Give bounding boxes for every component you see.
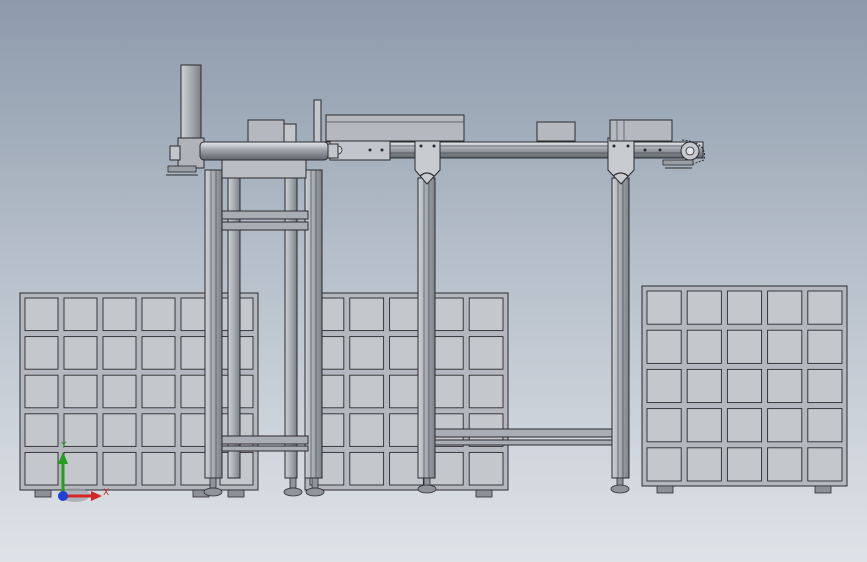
y-axis-label: Y [61,441,67,451]
pallet-box [726,447,763,482]
pallet-box [102,451,137,486]
pallet-box [807,447,843,482]
pallet-box [24,297,59,332]
z-axis-point [58,491,68,501]
pallet-box [686,329,722,364]
pallet-box [767,447,803,482]
pallet-box [468,297,504,332]
pallet-box [141,336,176,370]
pallet-box [468,451,504,486]
right-pallet-stack [641,285,848,494]
pallet-box [63,413,98,447]
cad-viewport[interactable] [0,0,867,562]
pallet-box [646,368,682,404]
pallet-box [767,368,803,404]
pallet-box [686,408,722,443]
pallet-box [686,447,722,482]
pallet-box [726,408,763,443]
pallet-box [141,413,176,447]
pallet-box [646,329,682,364]
x-axis-arrowhead [91,491,102,501]
pallet-box [686,290,722,325]
pallet-box [63,451,98,486]
pallet-box [63,297,98,332]
pallet-box [767,329,803,364]
x-axis-label: X [103,488,110,498]
pallet-box [349,297,385,332]
pallet-box [726,368,763,404]
pallet-box [141,297,176,332]
pallet-box [468,336,504,370]
pallet-box [102,297,137,332]
pallet-box [686,368,722,404]
lift-cylinder-assembly [166,64,339,179]
pallet-box [646,408,682,443]
pallet-box [349,374,385,409]
pallet-box [646,447,682,482]
pallet-box [24,336,59,370]
top-rail-beam [324,139,706,169]
pallet-box [807,290,843,325]
pallet-box [141,374,176,409]
pallet-box [767,408,803,443]
pallet-box [807,368,843,404]
pallet-box [468,374,504,409]
pallet-box [102,336,137,370]
pallet-box [102,374,137,409]
pallet-box [349,336,385,370]
pallet-box [102,413,137,447]
pallet-box [141,451,176,486]
pallet-box [63,374,98,409]
pallet-box [349,413,385,447]
pallet-box [726,290,763,325]
pallet-box [807,329,843,364]
pallet-box [726,329,763,364]
center-pallet-stack [304,292,509,498]
beam-housings [325,114,673,142]
pallet-box [24,374,59,409]
pallet-box [807,408,843,443]
pallet-box [349,451,385,486]
pallet-box [63,336,98,370]
pallet-box [24,451,59,486]
pallet-box [646,290,682,325]
pallet-box [24,413,59,447]
pallet-box [767,290,803,325]
